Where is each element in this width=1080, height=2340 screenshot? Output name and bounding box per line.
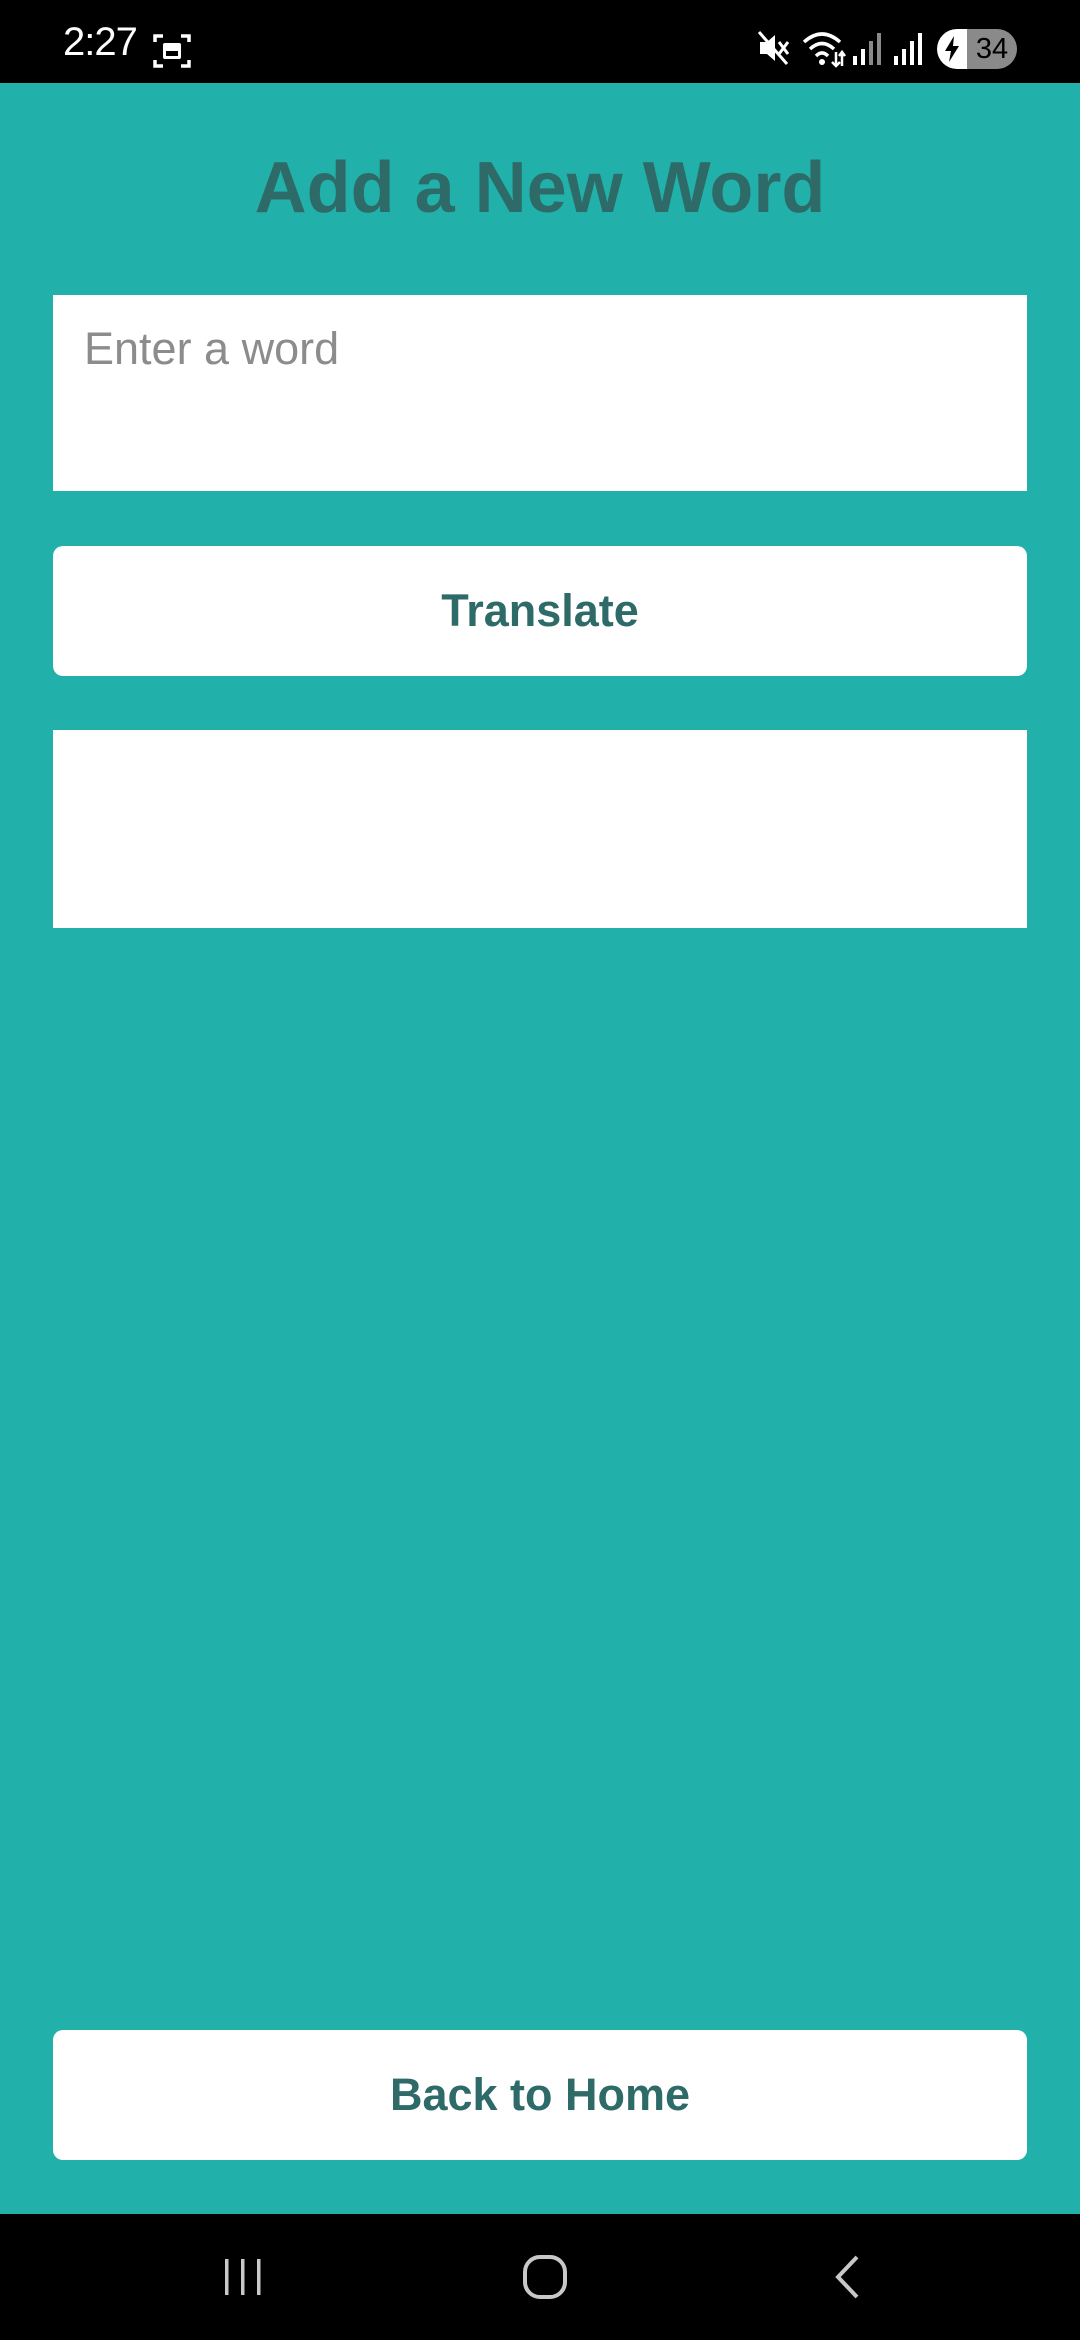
back-to-home-button[interactable]: Back to Home bbox=[53, 2030, 1027, 2160]
translate-button[interactable]: Translate bbox=[53, 546, 1027, 676]
mute-icon bbox=[757, 31, 790, 65]
home-nav-button[interactable] bbox=[465, 2214, 625, 2340]
navigation-bar bbox=[0, 2214, 1080, 2340]
status-time: 2:27 bbox=[63, 20, 138, 64]
back-icon bbox=[835, 2255, 859, 2299]
recent-apps-button[interactable] bbox=[163, 2214, 323, 2340]
signal-icon bbox=[853, 33, 881, 65]
status-bar: 2:27 34 bbox=[0, 0, 1080, 83]
word-input[interactable] bbox=[53, 295, 1027, 491]
translation-result bbox=[53, 730, 1027, 928]
back-nav-button[interactable] bbox=[768, 2214, 928, 2340]
signal-icon bbox=[894, 33, 922, 65]
page-title: Add a New Word bbox=[254, 148, 826, 228]
battery-charging-icon: 34 bbox=[937, 29, 1017, 69]
recent-apps-icon bbox=[225, 2259, 261, 2295]
wifi-icon bbox=[802, 32, 846, 68]
battery-level: 34 bbox=[975, 33, 1009, 65]
screenshot-icon bbox=[153, 34, 191, 68]
home-icon bbox=[523, 2255, 567, 2299]
